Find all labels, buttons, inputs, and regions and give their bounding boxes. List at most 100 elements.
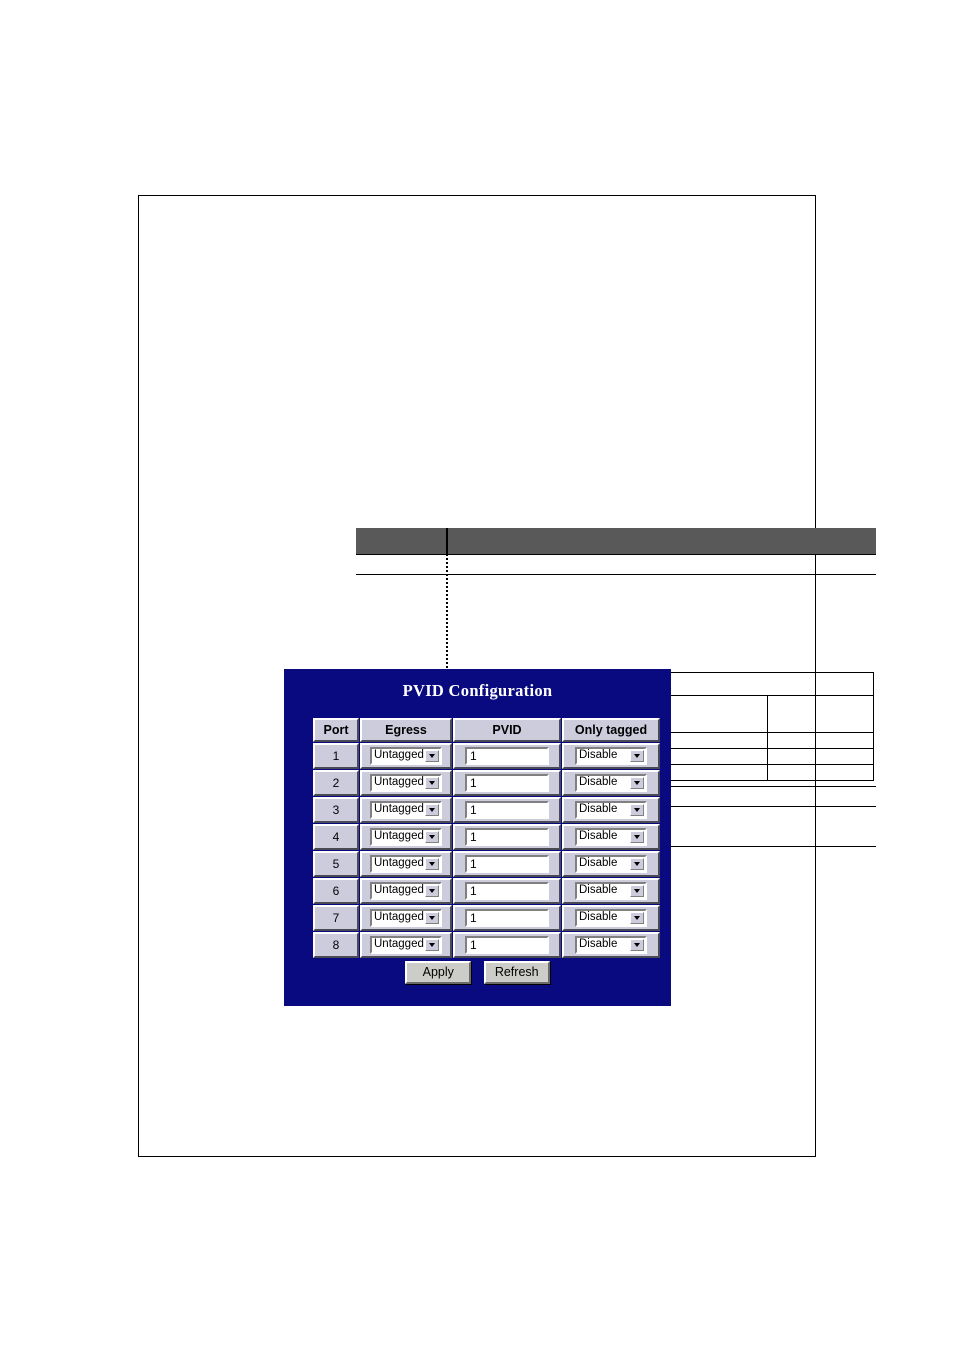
only-tagged-select-value: Disable bbox=[579, 911, 618, 924]
pvid-cell: 1 bbox=[453, 824, 561, 850]
egress-select-value: Untagged bbox=[374, 749, 424, 762]
apply-button[interactable]: Apply bbox=[405, 961, 472, 984]
doc-nested-cell bbox=[661, 764, 768, 781]
chevron-down-icon[interactable] bbox=[630, 885, 644, 897]
pvid-input[interactable]: 1 bbox=[465, 855, 549, 873]
only-tagged-cell: Disable bbox=[562, 797, 660, 823]
pvid-cell: 1 bbox=[453, 797, 561, 823]
only-tagged-select-value: Disable bbox=[579, 857, 618, 870]
chevron-down-icon[interactable] bbox=[630, 831, 644, 843]
port-number-cell: 4 bbox=[313, 824, 359, 850]
pvid-input[interactable]: 1 bbox=[465, 936, 549, 954]
chevron-down-icon[interactable] bbox=[425, 831, 439, 843]
chevron-down-icon[interactable] bbox=[425, 912, 439, 924]
pvid-input[interactable]: 1 bbox=[465, 828, 549, 846]
doc-nested-cell bbox=[661, 695, 768, 733]
table-row: 1 Untagged 1 Disable bbox=[313, 743, 660, 769]
column-header-egress: Egress bbox=[360, 718, 452, 742]
only-tagged-cell: Disable bbox=[562, 905, 660, 931]
only-tagged-select-value: Disable bbox=[579, 884, 618, 897]
only-tagged-select[interactable]: Disable bbox=[575, 909, 647, 927]
pvid-input[interactable]: 1 bbox=[465, 909, 549, 927]
chevron-down-icon[interactable] bbox=[630, 912, 644, 924]
egress-cell: Untagged bbox=[360, 743, 452, 769]
egress-select[interactable]: Untagged bbox=[370, 882, 442, 900]
only-tagged-select[interactable]: Disable bbox=[575, 774, 647, 792]
table-row: 5 Untagged 1 Disable bbox=[313, 851, 660, 877]
egress-select-value: Untagged bbox=[374, 776, 424, 789]
document-page-frame: PVID Configuration Port Egress PVID Only… bbox=[138, 195, 876, 1157]
chevron-down-icon[interactable] bbox=[630, 777, 644, 789]
pvid-cell: 1 bbox=[453, 851, 561, 877]
doc-nested-cell bbox=[767, 764, 874, 781]
only-tagged-select-value: Disable bbox=[579, 749, 618, 762]
pvid-input[interactable]: 1 bbox=[465, 774, 549, 792]
pvid-cell: 1 bbox=[453, 878, 561, 904]
chevron-down-icon[interactable] bbox=[425, 858, 439, 870]
only-tagged-select[interactable]: Disable bbox=[575, 828, 647, 846]
column-header-pvid: PVID bbox=[453, 718, 561, 742]
doc-nested-cell bbox=[767, 748, 874, 765]
doc-nested-cell bbox=[661, 748, 768, 765]
egress-select-value: Untagged bbox=[374, 911, 424, 924]
doc-table-rule bbox=[356, 554, 876, 555]
port-number-cell: 3 bbox=[313, 797, 359, 823]
egress-select-value: Untagged bbox=[374, 803, 424, 816]
egress-select[interactable]: Untagged bbox=[370, 909, 442, 927]
chevron-down-icon[interactable] bbox=[425, 804, 439, 816]
pvid-cell: 1 bbox=[453, 770, 561, 796]
egress-select[interactable]: Untagged bbox=[370, 774, 442, 792]
chevron-down-icon[interactable] bbox=[425, 939, 439, 951]
egress-cell: Untagged bbox=[360, 878, 452, 904]
chevron-down-icon[interactable] bbox=[425, 750, 439, 762]
egress-select-value: Untagged bbox=[374, 857, 424, 870]
doc-nested-header-cell bbox=[661, 672, 874, 696]
pvid-cell: 1 bbox=[453, 932, 561, 958]
only-tagged-select-value: Disable bbox=[579, 830, 618, 843]
egress-select[interactable]: Untagged bbox=[370, 747, 442, 765]
egress-select[interactable]: Untagged bbox=[370, 828, 442, 846]
chevron-down-icon[interactable] bbox=[425, 885, 439, 897]
only-tagged-select[interactable]: Disable bbox=[575, 747, 647, 765]
column-header-port: Port bbox=[313, 718, 359, 742]
only-tagged-select-value: Disable bbox=[579, 803, 618, 816]
doc-nested-cell bbox=[661, 732, 768, 749]
doc-table-header-bar bbox=[356, 528, 876, 554]
pvid-input[interactable]: 1 bbox=[465, 801, 549, 819]
egress-select[interactable]: Untagged bbox=[370, 801, 442, 819]
only-tagged-cell: Disable bbox=[562, 743, 660, 769]
refresh-button[interactable]: Refresh bbox=[483, 961, 550, 984]
egress-cell: Untagged bbox=[360, 824, 452, 850]
pvid-configuration-panel: PVID Configuration Port Egress PVID Only… bbox=[284, 669, 671, 1006]
chevron-down-icon[interactable] bbox=[630, 804, 644, 816]
egress-select-value: Untagged bbox=[374, 830, 424, 843]
pvid-input[interactable]: 1 bbox=[465, 882, 549, 900]
only-tagged-select[interactable]: Disable bbox=[575, 936, 647, 954]
chevron-down-icon[interactable] bbox=[425, 777, 439, 789]
only-tagged-cell: Disable bbox=[562, 851, 660, 877]
doc-table-header-divider bbox=[446, 528, 448, 554]
table-row: 6 Untagged 1 Disable bbox=[313, 878, 660, 904]
pvid-cell: 1 bbox=[453, 905, 561, 931]
only-tagged-select[interactable]: Disable bbox=[575, 882, 647, 900]
pvid-cell: 1 bbox=[453, 743, 561, 769]
port-number-cell: 5 bbox=[313, 851, 359, 877]
port-number-cell: 6 bbox=[313, 878, 359, 904]
chevron-down-icon[interactable] bbox=[630, 939, 644, 951]
only-tagged-cell: Disable bbox=[562, 770, 660, 796]
pvid-input[interactable]: 1 bbox=[465, 747, 549, 765]
egress-cell: Untagged bbox=[360, 797, 452, 823]
chevron-down-icon[interactable] bbox=[630, 858, 644, 870]
egress-select[interactable]: Untagged bbox=[370, 936, 442, 954]
pvid-button-bar: Apply Refresh bbox=[284, 961, 671, 984]
only-tagged-select-value: Disable bbox=[579, 938, 618, 951]
egress-cell: Untagged bbox=[360, 905, 452, 931]
egress-cell: Untagged bbox=[360, 770, 452, 796]
doc-nested-cell bbox=[767, 695, 874, 733]
only-tagged-select-value: Disable bbox=[579, 776, 618, 789]
only-tagged-select[interactable]: Disable bbox=[575, 855, 647, 873]
chevron-down-icon[interactable] bbox=[630, 750, 644, 762]
only-tagged-select[interactable]: Disable bbox=[575, 801, 647, 819]
egress-select-value: Untagged bbox=[374, 938, 424, 951]
egress-select[interactable]: Untagged bbox=[370, 855, 442, 873]
